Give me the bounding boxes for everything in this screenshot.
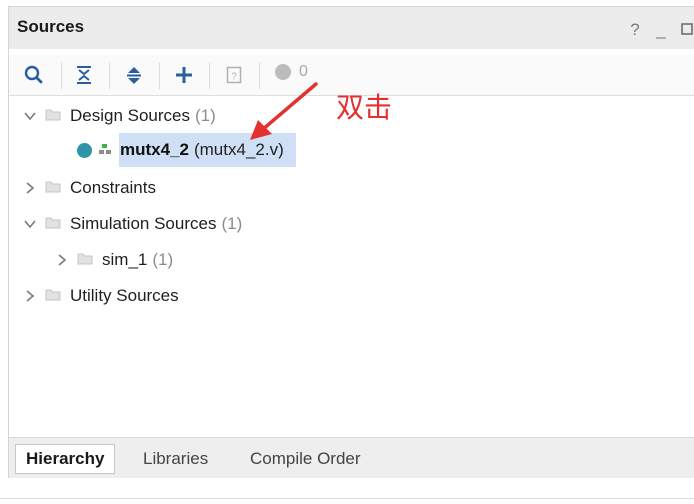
- bottom-divider: [0, 498, 694, 499]
- annotation-arrow-icon: [250, 82, 318, 140]
- annotation-text: 双击: [336, 91, 393, 124]
